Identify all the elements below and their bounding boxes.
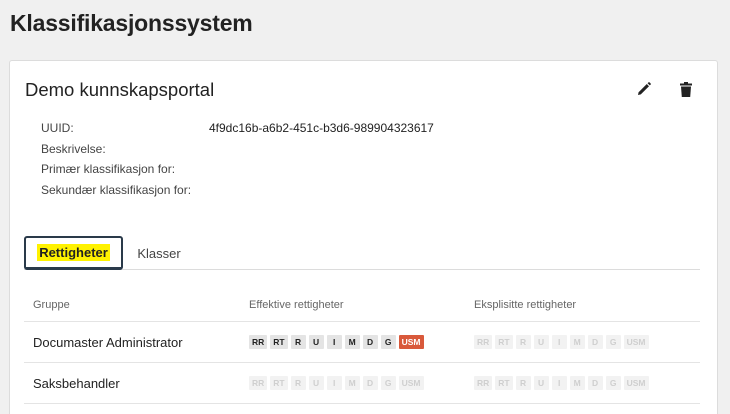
permissions-table: Gruppe Effektive rettigheter Eksplisitte…	[24, 289, 700, 404]
meta-row-secondary: Sekundær klassifikasjon for:	[41, 183, 434, 204]
group-name: Saksbehandler	[33, 375, 120, 391]
meta-label: Sekundær klassifikasjon for:	[41, 182, 192, 197]
page-title: Klassifikasjonssystem	[10, 10, 253, 36]
permission-chip-usm: USM	[623, 335, 649, 349]
permission-chip-d: D	[362, 376, 378, 390]
meta-row-primary: Primær klassifikasjon for:	[41, 162, 434, 183]
permission-chip-u: U	[308, 376, 324, 390]
explicit-rights: RR RT R U I M D G USM	[474, 335, 700, 349]
explicit-rights: RR RT R U I M D G USM	[474, 376, 700, 390]
permission-chip-usm: USM	[398, 376, 424, 390]
permission-chip-rt: RT	[270, 335, 288, 349]
tab-label: Klasser	[137, 245, 181, 261]
metadata-list: UUID: 4f9dc16b-a6b2-451c-b3d6-9899043236…	[41, 121, 434, 203]
permission-chip-i: I	[551, 376, 567, 390]
permission-chip-i: I	[326, 335, 342, 349]
permission-chip-u: U	[533, 376, 549, 390]
permission-chip-u: U	[308, 335, 324, 349]
pencil-icon	[638, 82, 651, 95]
permission-chip-rt: RT	[495, 335, 513, 349]
permission-chip-g: G	[380, 376, 396, 390]
permission-chip-g: G	[605, 376, 621, 390]
permission-chip-rr: RR	[249, 335, 268, 349]
table-header: Gruppe Effektive rettigheter Eksplisitte…	[24, 289, 700, 322]
permission-chip-rr: RR	[474, 335, 493, 349]
meta-row-description: Beskrivelse:	[41, 142, 434, 163]
permission-chip-m: M	[569, 335, 585, 349]
permission-chip-i: I	[551, 335, 567, 349]
meta-value: 4f9dc16b-a6b2-451c-b3d6-989904323617	[209, 121, 434, 135]
permission-chip-rt: RT	[495, 376, 513, 390]
meta-label: Beskrivelse:	[41, 141, 106, 156]
column-header-effective: Effektive rettigheter	[249, 299, 344, 311]
table-row: Saksbehandler RR RT R U I M D G USM RR RT R U I M D G US…	[24, 363, 700, 404]
tab-label: Rettigheter	[37, 244, 110, 261]
permission-chip-usm: USM	[398, 335, 424, 349]
permission-chip-rr: RR	[474, 376, 493, 390]
permission-chip-d: D	[587, 376, 603, 390]
permission-chip-r: R	[290, 376, 306, 390]
permission-chip-d: D	[587, 335, 603, 349]
permission-chip-u: U	[533, 335, 549, 349]
tab-bar: Rettigheter Klasser	[24, 236, 700, 270]
permission-chip-g: G	[605, 335, 621, 349]
permission-chip-r: R	[515, 376, 531, 390]
permission-chip-usm: USM	[623, 376, 649, 390]
permission-chip-m: M	[344, 335, 360, 349]
column-header-explicit: Eksplisitte rettigheter	[474, 299, 577, 311]
permission-chip-d: D	[362, 335, 378, 349]
trash-icon	[680, 81, 692, 97]
permission-chip-m: M	[569, 376, 585, 390]
delete-button[interactable]	[676, 79, 696, 99]
table-row: Documaster Administrator RR RT R U I M D G USM R…	[24, 322, 700, 363]
permission-chip-rr: RR	[249, 376, 268, 390]
edit-button[interactable]	[634, 79, 654, 99]
meta-row-uuid: UUID: 4f9dc16b-a6b2-451c-b3d6-9899043236…	[41, 121, 434, 142]
tab-klasser[interactable]: Klasser	[137, 236, 181, 270]
effective-rights: RR RT R U I M D G USM	[249, 335, 474, 349]
meta-label: UUID:	[41, 121, 74, 135]
group-name: Documaster Administrator	[33, 334, 183, 350]
column-header-group: Gruppe	[33, 299, 70, 311]
meta-label: Primær klassifikasjon for:	[41, 162, 176, 176]
permission-chip-g: G	[380, 335, 396, 349]
permission-chip-i: I	[326, 376, 342, 390]
classification-card: Demo kunnskapsportal UUID: 4f9dc16b-a6b2…	[9, 60, 718, 414]
card-title: Demo kunnskapsportal	[25, 79, 215, 100]
permission-chip-r: R	[290, 335, 306, 349]
tab-rettigheter[interactable]: Rettigheter	[24, 236, 123, 270]
permission-chip-rt: RT	[270, 376, 288, 390]
permission-chip-r: R	[515, 335, 531, 349]
effective-rights: RR RT R U I M D G USM	[249, 376, 474, 390]
permission-chip-m: M	[344, 376, 360, 390]
